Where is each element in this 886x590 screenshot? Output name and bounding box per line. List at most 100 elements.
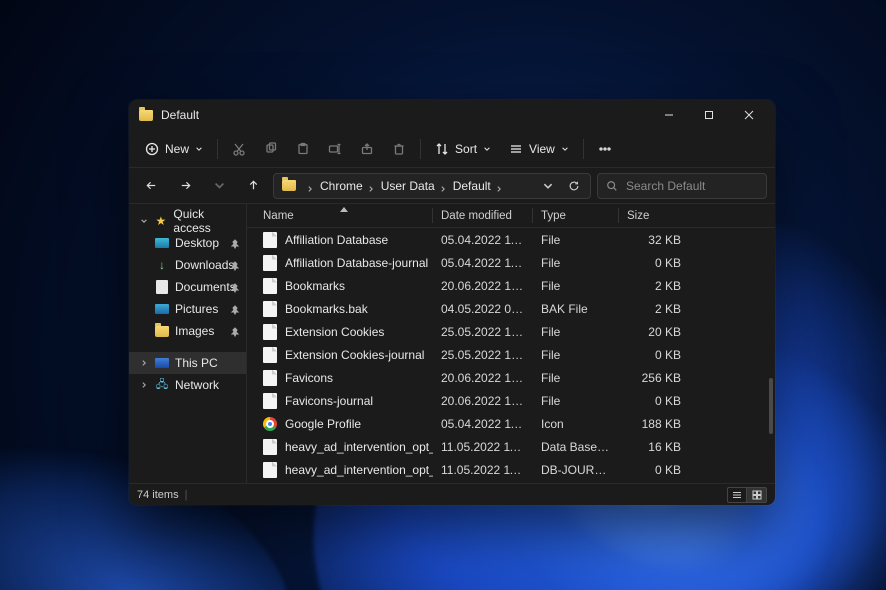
search-input[interactable]: Search Default (597, 173, 767, 199)
address-bar[interactable]: Chrome User Data Default (273, 173, 591, 199)
column-type[interactable]: Type (533, 204, 619, 227)
file-icon (263, 301, 277, 317)
breadcrumb[interactable]: User Data (379, 179, 449, 193)
rename-button[interactable] (320, 135, 350, 163)
search-icon (606, 180, 618, 192)
file-size: 2 KB (619, 279, 689, 293)
folder-icon (155, 326, 169, 337)
new-button[interactable]: New (137, 135, 211, 163)
sort-button[interactable]: Sort (427, 135, 499, 163)
sidebar-item-images[interactable]: Images (129, 320, 246, 342)
table-row[interactable]: Bookmarks.bak04.05.2022 08:25BAK File2 K… (247, 297, 775, 320)
recent-button[interactable] (205, 172, 233, 200)
details-view-toggle[interactable] (727, 487, 747, 503)
grid-icon (752, 490, 762, 500)
maximize-button[interactable] (689, 100, 729, 130)
sidebar: ★ Quick access Desktop ↓ Downloads Docum… (129, 204, 247, 483)
sidebar-item-desktop[interactable]: Desktop (129, 232, 246, 254)
file-size: 16 KB (619, 440, 689, 454)
sort-asc-icon (340, 203, 348, 215)
table-row[interactable]: Bookmarks20.06.2022 10:43File2 KB (247, 274, 775, 297)
file-name: heavy_ad_intervention_opt_out (285, 440, 433, 454)
column-name[interactable]: Name (255, 204, 433, 227)
table-row[interactable]: heavy_ad_intervention_opt_out11.05.2022 … (247, 435, 775, 458)
scrollbar-thumb[interactable] (769, 378, 773, 434)
file-name: Favicons-journal (285, 394, 373, 408)
refresh-button[interactable] (562, 174, 586, 198)
file-date: 11.05.2022 11:33 (433, 440, 533, 454)
file-icon (263, 232, 277, 248)
search-placeholder: Search Default (626, 179, 705, 193)
pin-icon (230, 238, 240, 248)
rename-icon (328, 142, 342, 156)
column-date[interactable]: Date modified (433, 204, 533, 227)
sidebar-this-pc[interactable]: This PC (129, 352, 246, 374)
file-size: 0 KB (619, 394, 689, 408)
table-row[interactable]: Favicons-journal20.06.2022 10:44File0 KB (247, 389, 775, 412)
copy-button[interactable] (256, 135, 286, 163)
more-button[interactable] (590, 135, 620, 163)
pin-icon (230, 260, 240, 270)
up-button[interactable] (239, 172, 267, 200)
file-size: 2 KB (619, 302, 689, 316)
forward-button[interactable] (171, 172, 199, 200)
table-row[interactable]: Extension Cookies25.05.2022 15:25File20 … (247, 320, 775, 343)
table-row[interactable]: Extension Cookies-journal25.05.2022 15:2… (247, 343, 775, 366)
file-size: 32 KB (619, 233, 689, 247)
chevron-right-icon (140, 359, 148, 367)
table-row[interactable]: Google Profile05.04.2022 11:25Icon188 KB (247, 412, 775, 435)
delete-button[interactable] (384, 135, 414, 163)
minimize-button[interactable] (649, 100, 689, 130)
sidebar-item-documents[interactable]: Documents (129, 276, 246, 298)
star-icon: ★ (154, 214, 167, 228)
chevron-down-icon (195, 145, 203, 153)
chevron-down-icon (213, 179, 226, 192)
paste-icon (296, 142, 310, 156)
breadcrumb-sep[interactable] (304, 182, 316, 190)
file-name: Affiliation Database (285, 233, 388, 247)
file-type: Icon (533, 417, 619, 431)
share-icon (360, 142, 374, 156)
file-type: DB-JOURNAL File (533, 463, 619, 477)
back-button[interactable] (137, 172, 165, 200)
file-date: 05.04.2022 11:25 (433, 256, 533, 270)
download-icon: ↓ (155, 258, 169, 272)
file-name: Favicons (285, 371, 333, 385)
file-name: heavy_ad_intervention_opt_out.db-journal (285, 463, 433, 477)
table-row[interactable]: Affiliation Database05.04.2022 11:25File… (247, 228, 775, 251)
file-date: 05.04.2022 11:25 (433, 417, 533, 431)
file-date: 25.05.2022 15:25 (433, 325, 533, 339)
share-button[interactable] (352, 135, 382, 163)
thumbnails-view-toggle[interactable] (747, 487, 767, 503)
folder-icon (139, 110, 153, 121)
sidebar-item-downloads[interactable]: ↓ Downloads (129, 254, 246, 276)
breadcrumb[interactable]: Default (451, 179, 505, 193)
file-icon (263, 370, 277, 386)
chrome-icon (263, 417, 277, 431)
close-button[interactable] (729, 100, 769, 130)
file-explorer-window: Default New Sort View (129, 100, 775, 505)
sidebar-network[interactable]: 🖧 Network (129, 374, 246, 396)
arrow-up-icon (247, 179, 260, 192)
file-size: 0 KB (619, 348, 689, 362)
file-size: 20 KB (619, 325, 689, 339)
view-button[interactable]: View (501, 135, 577, 163)
titlebar: Default (129, 100, 775, 130)
sidebar-item-label: Downloads (175, 258, 234, 272)
file-size: 256 KB (619, 371, 689, 385)
cut-button[interactable] (224, 135, 254, 163)
breadcrumb[interactable]: Chrome (318, 179, 377, 193)
column-size[interactable]: Size (619, 204, 689, 227)
file-type: File (533, 325, 619, 339)
paste-button[interactable] (288, 135, 318, 163)
sidebar-quick-access[interactable]: ★ Quick access (129, 210, 246, 232)
sidebar-item-label: Images (175, 324, 214, 338)
file-name: Affiliation Database-journal (285, 256, 428, 270)
table-row[interactable]: heavy_ad_intervention_opt_out.db-journal… (247, 458, 775, 481)
sidebar-item-pictures[interactable]: Pictures (129, 298, 246, 320)
file-icon (263, 347, 277, 363)
address-dropdown[interactable] (536, 174, 560, 198)
table-row[interactable]: Affiliation Database-journal 05.04.2022 1… (247, 251, 775, 274)
table-row[interactable]: Favicons20.06.2022 10:44File256 KB (247, 366, 775, 389)
file-list: Affiliation Database 05.04.2022 11:25 File… (247, 228, 775, 483)
